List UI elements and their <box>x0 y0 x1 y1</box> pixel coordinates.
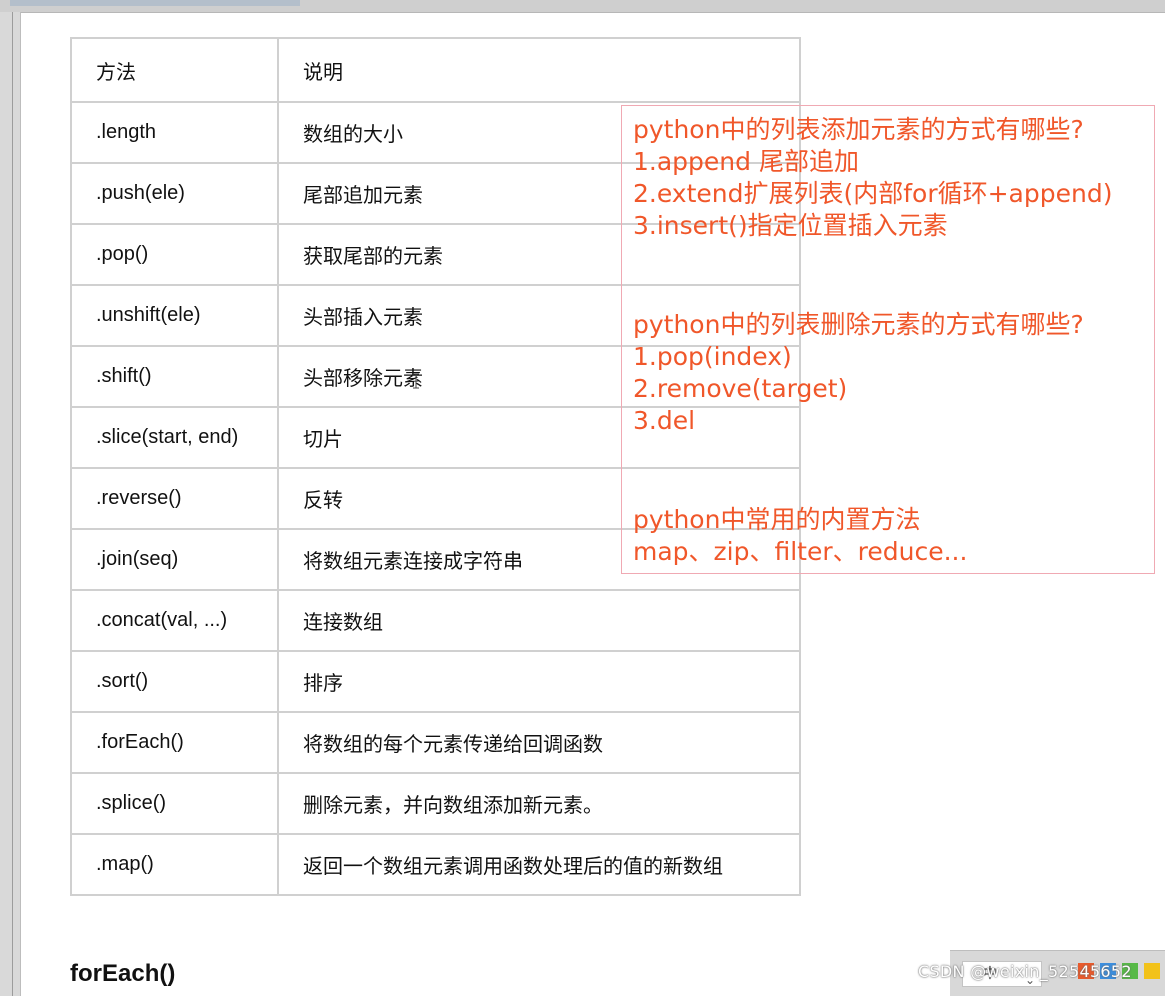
description-cell: 删除元素，并向数组添加新元素。 <box>277 772 801 835</box>
note-del-3: 3.del <box>633 406 696 435</box>
note-del-2: 2.remove(target) <box>633 374 848 403</box>
note-add-3: 3.insert()指定位置插入元素 <box>633 211 948 240</box>
method-cell: .reverse() <box>70 467 279 530</box>
table-row: .sort() 排序 <box>70 650 801 713</box>
table-row: .forEach() 将数组的每个元素传递给回调函数 <box>70 711 801 774</box>
header-method: 方法 <box>70 37 279 103</box>
note-del-1: 1.pop(index) <box>633 342 792 371</box>
method-cell: .unshift(ele) <box>70 284 279 347</box>
note-add-title: python中的列表添加元素的方式有哪些? <box>633 115 1084 144</box>
note-add-2: 2.extend扩展列表(内部for循环+append) <box>633 179 1113 208</box>
watermark: CSDN @weixin_52545652 <box>918 962 1132 981</box>
section-heading: forEach() <box>70 960 176 987</box>
method-cell: .shift() <box>70 345 279 408</box>
header-description: 说明 <box>277 37 801 103</box>
description-cell: 返回一个数组元素调用函数处理后的值的新数组 <box>277 833 801 896</box>
table-row: .map() 返回一个数组元素调用函数处理后的值的新数组 <box>70 833 801 896</box>
method-cell: .slice(start, end) <box>70 406 279 469</box>
method-cell: .sort() <box>70 650 279 713</box>
left-gutter <box>0 12 21 996</box>
color-swatch-yellow[interactable] <box>1144 963 1160 979</box>
method-cell: .forEach() <box>70 711 279 774</box>
gutter-line <box>12 12 13 996</box>
description-cell: 排序 <box>277 650 801 713</box>
window-top-bar <box>0 0 1165 13</box>
tab-strip <box>10 0 300 6</box>
method-cell: .join(seq) <box>70 528 279 591</box>
method-cell: .pop() <box>70 223 279 286</box>
screen: 方法 说明 .length 数组的大小 .push(ele) 尾部追加元素 .p… <box>0 0 1165 996</box>
method-cell: .length <box>70 101 279 164</box>
note-del-title: python中的列表删除元素的方式有哪些? <box>633 310 1084 339</box>
note-add-1: 1.append 尾部追加 <box>633 147 859 176</box>
method-cell: .splice() <box>70 772 279 835</box>
method-cell: .map() <box>70 833 279 896</box>
description-cell: 连接数组 <box>277 589 801 652</box>
text-cursor-icon <box>413 373 419 389</box>
description-cell: 将数组的每个元素传递给回调函数 <box>277 711 801 774</box>
table-row: .concat(val, ...) 连接数组 <box>70 589 801 652</box>
note-builtin-list: map、zip、filter、reduce... <box>633 537 968 566</box>
note-builtin-title: python中常用的内置方法 <box>633 505 921 534</box>
table-header-row: 方法 说明 <box>70 37 801 103</box>
table-row: .splice() 删除元素，并向数组添加新元素。 <box>70 772 801 835</box>
method-cell: .push(ele) <box>70 162 279 225</box>
method-cell: .concat(val, ...) <box>70 589 279 652</box>
